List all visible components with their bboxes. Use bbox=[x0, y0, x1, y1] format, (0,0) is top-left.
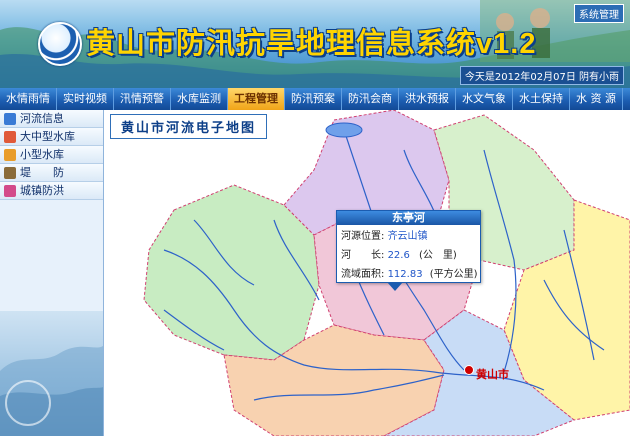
popup-row-length: 河 长: 22.6 (公 里) bbox=[337, 244, 480, 263]
nav-item-6[interactable]: 防汛会商 bbox=[342, 88, 399, 110]
popup-row-area: 流域面积: 112.83 (平方公里) bbox=[337, 263, 480, 282]
sidebar-item-3[interactable]: 堤 防 bbox=[0, 164, 103, 182]
length-unit: (公 里) bbox=[419, 250, 457, 261]
city-label: 黄山市 bbox=[476, 368, 509, 381]
large-reservoir-icon bbox=[4, 130, 16, 143]
city-marker-icon[interactable] bbox=[464, 365, 474, 375]
sidebar-item-1[interactable]: 大中型水库 bbox=[0, 128, 103, 146]
nav-item-4[interactable]: 工程管理 bbox=[228, 88, 285, 110]
nav-item-0[interactable]: 水情雨情 bbox=[0, 88, 57, 110]
lake-shape bbox=[325, 122, 363, 138]
area-label: 流域面积: bbox=[341, 269, 385, 280]
sidebar-list: 河流信息大中型水库小型水库堤 防城镇防洪 bbox=[0, 110, 103, 200]
header-banner: 黄山市防汛抗旱地理信息系统v1.2 系统管理 今天是2012年02月07日 阴有… bbox=[0, 0, 630, 88]
area-value: 112.83 bbox=[387, 269, 423, 280]
popup-title: 东亭河 bbox=[337, 211, 480, 225]
sidebar-item-label: 城镇防洪 bbox=[20, 184, 64, 197]
river-map[interactable]: 黄山市河流电子地图 黄山市 东亭河 河源位置: 齐云山镇 河 长: 22.6 (… bbox=[104, 110, 630, 436]
sidebar-item-label: 大中型水库 bbox=[20, 130, 75, 143]
sidebar-item-2[interactable]: 小型水库 bbox=[0, 146, 103, 164]
nav-item-9[interactable]: 水土保持 bbox=[513, 88, 570, 110]
source-value: 齐云山镇 bbox=[387, 231, 428, 242]
city-flood-icon bbox=[4, 184, 16, 197]
sidebar-decoration-image bbox=[0, 311, 103, 436]
small-reservoir-icon bbox=[4, 148, 16, 161]
popup-tail bbox=[387, 282, 403, 291]
sidebar-item-4[interactable]: 城镇防洪 bbox=[0, 182, 103, 200]
main-nav: 水情雨情 实时视频 汛情预警 水库监测 工程管理 防汛预案 防汛会商 洪水预报 水文气象 水土保持… bbox=[0, 88, 630, 110]
nav-item-5[interactable]: 防汛预案 bbox=[285, 88, 342, 110]
nav-item-10[interactable]: 水 资 源 bbox=[570, 88, 623, 110]
nav-item-1[interactable]: 实时视频 bbox=[57, 88, 114, 110]
nav-item-7[interactable]: 洪水预报 bbox=[399, 88, 456, 110]
nav-item-2[interactable]: 汛情预警 bbox=[114, 88, 171, 110]
sidebar: 河流信息大中型水库小型水库堤 防城镇防洪 bbox=[0, 110, 104, 436]
length-value: 22.6 bbox=[387, 250, 410, 261]
nav-item-3[interactable]: 水库监测 bbox=[171, 88, 228, 110]
source-label: 河源位置: bbox=[341, 231, 385, 242]
map-title: 黄山市河流电子地图 bbox=[110, 114, 268, 139]
sidebar-item-label: 河流信息 bbox=[20, 112, 64, 125]
area-unit: (平方公里) bbox=[429, 269, 478, 280]
dike-icon bbox=[4, 166, 16, 179]
nav-item-8[interactable]: 水文气象 bbox=[456, 88, 513, 110]
river-info-popup: 东亭河 河源位置: 齐云山镇 河 长: 22.6 (公 里) 流域面积: 112… bbox=[336, 210, 481, 291]
system-admin-button[interactable]: 系统管理 bbox=[574, 4, 624, 23]
river-icon bbox=[4, 112, 16, 125]
sidebar-item-0[interactable]: 河流信息 bbox=[0, 110, 103, 128]
app-title: 黄山市防汛抗旱地理信息系统v1.2 bbox=[86, 28, 537, 60]
sidebar-item-label: 堤 防 bbox=[20, 166, 64, 179]
date-weather-text: 今天是2012年02月07日 阴有小雨 bbox=[459, 66, 624, 85]
app-logo bbox=[38, 22, 82, 66]
landscape-graphic bbox=[0, 346, 103, 436]
length-label: 河 长: bbox=[341, 250, 385, 261]
popup-row-source: 河源位置: 齐云山镇 bbox=[337, 225, 480, 244]
sidebar-item-label: 小型水库 bbox=[20, 148, 64, 161]
